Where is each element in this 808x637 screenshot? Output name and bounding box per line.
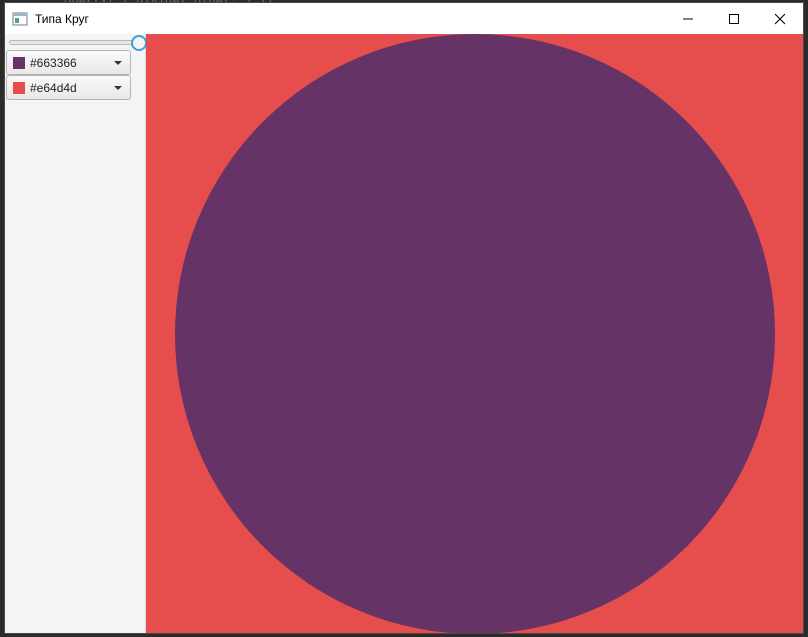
app-window: Типа Круг #663366 #e64d4d — [4, 2, 804, 634]
background-color-swatch — [13, 81, 25, 94]
circle-color-swatch — [13, 56, 25, 69]
background-color-value: #e64d4d — [30, 80, 77, 95]
maximize-icon — [729, 13, 739, 24]
chevron-down-icon — [114, 85, 122, 90]
drawing-canvas[interactable] — [146, 34, 803, 633]
close-icon — [774, 13, 786, 24]
minimize-icon — [683, 18, 693, 19]
chevron-down-icon — [114, 60, 122, 65]
close-button[interactable] — [757, 3, 803, 34]
app-window-icon — [12, 11, 28, 27]
window-controls — [665, 3, 803, 34]
size-slider-thumb[interactable] — [131, 35, 147, 51]
maximize-button[interactable] — [711, 3, 757, 34]
minimize-button[interactable] — [665, 3, 711, 34]
circle-color-value: #663366 — [30, 55, 77, 70]
window-title: Типа Круг — [35, 11, 89, 26]
client-area: #663366 #e64d4d — [5, 34, 803, 633]
circle-color-picker[interactable]: #663366 — [6, 50, 131, 75]
control-panel: #663366 #e64d4d — [5, 34, 147, 633]
size-slider[interactable] — [9, 40, 139, 45]
title-bar[interactable]: Типа Круг — [5, 3, 803, 34]
background-color-picker[interactable]: #e64d4d — [6, 75, 131, 100]
circle-shape — [175, 34, 775, 633]
